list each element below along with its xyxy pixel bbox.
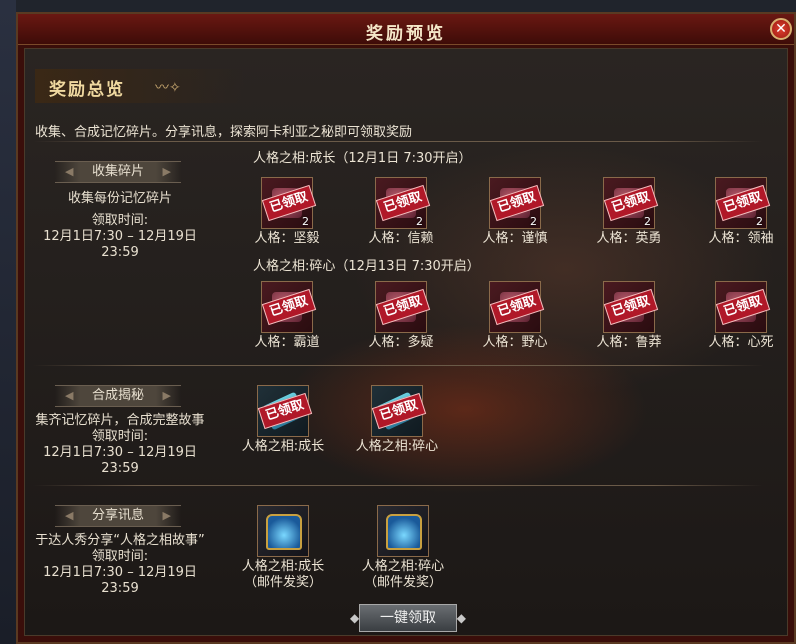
divider [33, 141, 763, 142]
memory-fragment-icon: 已领取 2 [715, 177, 771, 229]
item-name: 人格之相:成长 [241, 559, 325, 574]
group-title-growth: 人格之相:成长（12月1日 7:30开启） [253, 151, 472, 166]
item-name: 人格之相:碎心 [355, 439, 439, 454]
close-button[interactable]: ✕ [770, 18, 792, 40]
section-label-text: 合成揭秘 [91, 388, 144, 403]
item-note: （邮件发奖） [363, 575, 442, 590]
treasure-chest-icon [257, 505, 309, 557]
time-label: 领取时间: [91, 429, 149, 444]
memory-fragment-icon: 已领取 2 [261, 177, 317, 229]
reward-item[interactable]: 已领取 2 人格：坚毅 [237, 177, 337, 247]
content-panel: 奖励总览 〰✧ 收集、合成记忆碎片。分享讯息，探索阿卡利亚之秘即可领取奖励 ◀ … [24, 48, 788, 636]
arrow-left-icon: ◀ [65, 389, 74, 402]
memory-fragment-icon: 已领取 [489, 281, 545, 333]
time-label: 领取时间: [91, 549, 149, 564]
button-cap-right-icon: ◆ [456, 611, 466, 625]
treasure-chest-icon [377, 505, 429, 557]
memory-fragment-icon: 已领取 2 [603, 177, 659, 229]
group-title-heartbreak: 人格之相:碎心（12月13日 7:30开启） [253, 259, 480, 274]
desc-text: 集齐记忆碎片，合成完整故事 [35, 413, 205, 428]
item-name: 人格之相:碎心 [361, 559, 445, 574]
section-desc-collect: 收集每份记忆碎片 领取时间: 12月1日7:30 – 12月19日23:59 [25, 191, 215, 261]
memory-fragment-icon: 已领取 [375, 281, 431, 333]
item-name: 人格：坚毅 [254, 231, 320, 246]
memory-fragment-icon: 已领取 2 [489, 177, 545, 229]
reward-item[interactable]: 人格之相:碎心 （邮件发奖） [343, 505, 463, 591]
reward-item[interactable]: 已领取 2 人格：谨慎 [465, 177, 565, 247]
item-count: 2 [302, 215, 309, 228]
background-top-edge [16, 0, 796, 12]
reward-item[interactable]: 人格之相:成长 （邮件发奖） [223, 505, 343, 591]
arrow-right-icon: ▶ [162, 165, 171, 178]
section-label-share: ◀ 分享讯息 ▶ [55, 505, 181, 527]
item-name: 人格：信赖 [368, 231, 434, 246]
item-name: 人格：英勇 [596, 231, 662, 246]
section-label-compose: ◀ 合成揭秘 ▶ [55, 385, 181, 407]
button-cap-left-icon: ◆ [350, 611, 360, 625]
arrow-right-icon: ▶ [162, 389, 171, 402]
reward-item[interactable]: 已领取 2 人格：信赖 [351, 177, 451, 247]
memory-fragment-icon: 已领取 [715, 281, 771, 333]
arrow-right-icon: ▶ [162, 509, 171, 522]
desc-text: 于达人秀分享“人格之相故事” [35, 533, 205, 548]
item-name: 人格：鲁莽 [596, 335, 662, 350]
scroll-icon: 已领取 [257, 385, 313, 437]
section-label-text: 分享讯息 [91, 508, 144, 523]
overview-banner: 奖励总览 〰✧ [35, 69, 245, 103]
item-count: 2 [756, 215, 763, 228]
time-value: 12月1日7:30 – 12月19日23:59 [43, 445, 197, 476]
memory-fragment-icon: 已领取 [261, 281, 317, 333]
divider [33, 365, 763, 366]
memory-fragment-icon: 已领取 [603, 281, 659, 333]
reward-item[interactable]: 已领取 人格之相:碎心 [337, 385, 457, 455]
arrow-left-icon: ◀ [65, 165, 74, 178]
background-left-edge [0, 0, 16, 644]
reward-item[interactable]: 已领取 人格：多疑 [351, 281, 451, 351]
item-count: 2 [644, 215, 651, 228]
overview-description: 收集、合成记忆碎片。分享讯息，探索阿卡利亚之秘即可领取奖励 [35, 125, 413, 140]
section-desc-share: 于达人秀分享“人格之相故事” 领取时间: 12月1日7:30 – 12月19日2… [25, 533, 215, 597]
title-bar: 奖励预览 ✕ [18, 14, 794, 45]
reward-item[interactable]: 已领取 人格：鲁莽 [579, 281, 679, 351]
section-label-collect: ◀ 收集碎片 ▶ [55, 161, 181, 183]
memory-fragment-icon: 已领取 2 [375, 177, 431, 229]
reward-item[interactable]: 已领取 人格：心死 [691, 281, 791, 351]
claim-all-button[interactable]: ◆ 一键领取 ◆ [350, 604, 466, 632]
item-count: 2 [530, 215, 537, 228]
reward-item[interactable]: 已领取 人格：野心 [465, 281, 565, 351]
item-count: 2 [416, 215, 423, 228]
reward-item[interactable]: 已领取 人格：霸道 [237, 281, 337, 351]
banner-title: 奖励总览 [49, 80, 125, 100]
reward-item[interactable]: 已领取 人格之相:成长 [223, 385, 343, 455]
item-name: 人格：领袖 [708, 231, 774, 246]
reward-item[interactable]: 已领取 2 人格：领袖 [691, 177, 791, 247]
feather-decoration-icon: 〰✧ [155, 80, 181, 96]
time-value: 12月1日7:30 – 12月19日23:59 [43, 565, 197, 596]
section-desc-compose: 集齐记忆碎片，合成完整故事 领取时间: 12月1日7:30 – 12月19日23… [25, 413, 215, 477]
section-label-text: 收集碎片 [91, 164, 144, 179]
reward-preview-window: 奖励预览 ✕ 奖励总览 〰✧ 收集、合成记忆碎片。分享讯息，探索阿卡利亚之秘即可… [16, 12, 796, 644]
item-name: 人格：心死 [708, 335, 774, 350]
desc-text: 收集每份记忆碎片 [67, 191, 172, 206]
reward-item[interactable]: 已领取 2 人格：英勇 [579, 177, 679, 247]
arrow-left-icon: ◀ [65, 509, 74, 522]
scroll-icon: 已领取 [371, 385, 427, 437]
item-name: 人格：多疑 [368, 335, 434, 350]
time-label: 领取时间: [91, 213, 149, 228]
item-name: 人格：野心 [482, 335, 548, 350]
window-title: 奖励预览 [366, 24, 446, 44]
item-note: （邮件发奖） [243, 575, 322, 590]
time-value: 12月1日7:30 – 12月19日23:59 [43, 229, 197, 260]
item-name: 人格：霸道 [254, 335, 320, 350]
item-name: 人格：谨慎 [482, 231, 548, 246]
item-name: 人格之相:成长 [241, 439, 325, 454]
divider [33, 485, 763, 486]
claim-all-label: 一键领取 [380, 610, 436, 626]
